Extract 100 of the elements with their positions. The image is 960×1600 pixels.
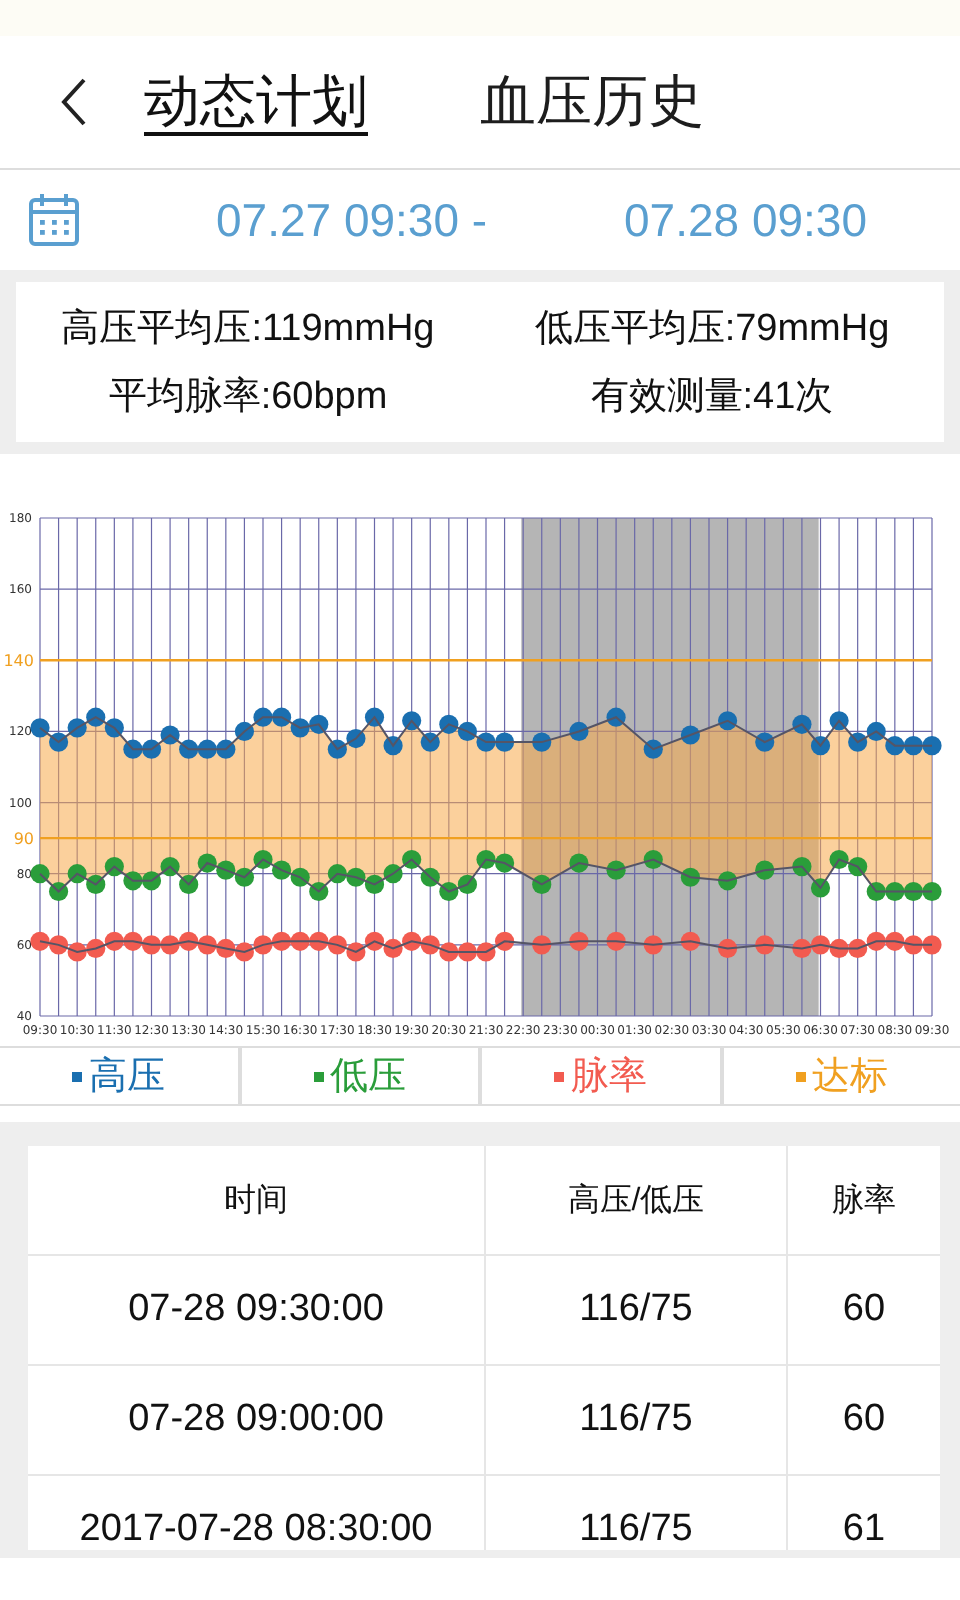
stat-text: 平均脉率:60bpm	[106, 374, 390, 422]
data-point	[383, 736, 403, 756]
data-point	[123, 739, 143, 759]
data-point	[160, 725, 180, 745]
data-point	[643, 849, 663, 870]
data-point	[67, 718, 87, 738]
data-point	[680, 931, 700, 951]
data-point	[402, 849, 422, 870]
data-point	[569, 721, 589, 742]
data-point	[606, 860, 626, 880]
data-point	[364, 874, 385, 894]
data-point	[346, 728, 366, 749]
back-icon[interactable]	[60, 76, 88, 128]
data-point	[272, 860, 292, 880]
data-point	[253, 707, 273, 727]
data-point	[160, 857, 180, 877]
data-point	[104, 857, 124, 877]
data-point	[643, 739, 663, 759]
data-point	[792, 938, 812, 958]
column-header: 高压/低压	[484, 1146, 786, 1254]
data-point	[755, 732, 775, 752]
data-point	[290, 931, 310, 951]
data-point	[922, 881, 942, 902]
data-point	[197, 853, 217, 873]
legend-label: 高压	[88, 1052, 165, 1102]
data-point	[420, 935, 440, 955]
legend-label: 脉率	[570, 1052, 647, 1102]
data-point	[495, 732, 515, 752]
data-point	[866, 721, 886, 742]
data-point	[829, 711, 849, 731]
data-point	[346, 942, 366, 962]
data-point	[160, 935, 180, 955]
data-point	[643, 935, 663, 955]
data-point	[364, 707, 385, 727]
data-point	[141, 935, 162, 955]
data-point	[532, 874, 552, 894]
data-point	[123, 931, 143, 951]
data-point	[606, 931, 626, 951]
data-point	[290, 718, 310, 738]
data-point	[810, 935, 831, 955]
data-point	[476, 942, 496, 962]
legend-label: 低压	[329, 1052, 406, 1102]
data-point	[383, 864, 403, 884]
calendar-icon[interactable]	[28, 192, 80, 248]
data-point	[402, 711, 422, 731]
data-point	[829, 849, 849, 870]
data-point	[272, 931, 292, 951]
data-point	[922, 736, 942, 756]
data-point	[197, 935, 217, 955]
data-point	[309, 931, 329, 951]
data-point	[309, 881, 329, 902]
data-point	[903, 881, 923, 902]
data-point	[272, 707, 292, 727]
data-point	[49, 732, 69, 752]
data-point	[30, 931, 50, 951]
data-point	[848, 938, 868, 958]
data-point	[439, 714, 459, 734]
threshold-label: 90	[13, 830, 34, 849]
data-point	[67, 864, 87, 884]
data-point	[327, 935, 347, 955]
data-point	[903, 935, 923, 955]
data-point	[141, 871, 162, 891]
data-point	[179, 874, 199, 894]
data-point	[866, 881, 886, 902]
data-point	[476, 732, 496, 752]
data-point	[104, 931, 124, 951]
tab[interactable]: 动态计划	[144, 64, 368, 140]
data-point	[755, 935, 775, 955]
stat-text: 高压平均压:119mmHg	[59, 306, 437, 354]
data-point	[439, 942, 459, 962]
data-point	[476, 849, 496, 870]
data-point	[234, 867, 254, 887]
data-point	[49, 935, 69, 955]
data-point	[532, 732, 552, 752]
data-point	[848, 857, 868, 877]
data-point	[30, 864, 50, 884]
data-point	[86, 874, 106, 894]
data-point	[420, 732, 440, 752]
data-point	[495, 853, 515, 873]
data-point	[49, 881, 69, 902]
data-point	[179, 931, 199, 951]
data-point	[606, 707, 626, 727]
data-point	[364, 931, 385, 951]
data-point	[680, 725, 700, 745]
data-point	[234, 721, 254, 742]
data-point	[792, 714, 812, 734]
data-point	[309, 714, 329, 734]
stat-text: 有效测量:41次	[588, 374, 836, 422]
data-point	[885, 881, 905, 902]
data-point	[420, 867, 440, 887]
tab[interactable]: 血压历史	[480, 64, 704, 140]
table-cell: 116/75	[484, 1256, 786, 1364]
data-point	[755, 860, 775, 880]
data-point	[848, 732, 868, 752]
data-point	[792, 857, 812, 877]
data-point	[402, 931, 422, 951]
data-point	[718, 938, 738, 958]
data-point	[718, 871, 738, 891]
data-point	[179, 739, 199, 759]
data-point	[383, 938, 403, 958]
